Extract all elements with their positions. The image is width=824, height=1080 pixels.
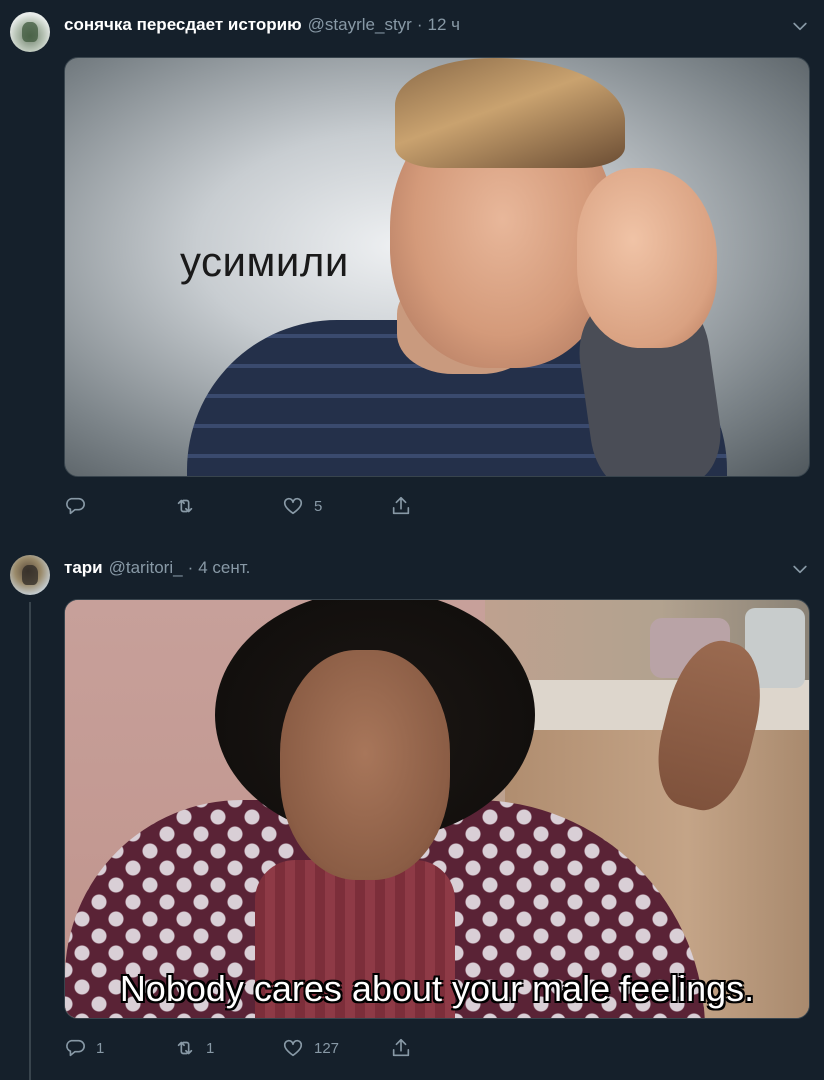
share-button[interactable] [390,492,412,520]
like-icon [283,1039,303,1057]
reply-button[interactable] [64,492,96,520]
chevron-down-icon[interactable] [790,16,810,36]
share-button[interactable] [390,1034,412,1062]
like-icon [283,497,303,515]
share-icon [392,1038,410,1057]
reply-icon [66,1039,85,1057]
timestamp[interactable]: 12 ч [428,15,461,35]
reply-button[interactable]: 1 [64,1034,104,1062]
like-button[interactable]: 5 [282,492,322,520]
separator: · [416,15,423,34]
reply-count: 1 [96,1039,105,1057]
chevron-down-icon[interactable] [790,559,810,579]
timestamp[interactable]: 4 сент. [198,558,250,578]
tweet-header: сонячка пересдает историю @stayrle_styr … [64,13,460,37]
retweet-count: 1 [206,1039,215,1057]
like-button[interactable]: 127 [282,1034,339,1062]
author-handle[interactable]: @taritori_ [109,558,183,578]
tweet-header: тари @taritori_ · 4 сент. [64,556,250,580]
thread-line [29,602,31,1080]
tweet-image[interactable]: усимили [64,57,810,477]
like-count: 127 [314,1039,340,1057]
share-icon [392,496,410,515]
avatar[interactable] [10,12,50,52]
avatar[interactable] [10,555,50,595]
tweet-actions: 1 1 127 [64,1034,484,1062]
retweet-button[interactable]: 1 [174,1034,214,1062]
image-caption: Nobody cares about your male feelings. [119,968,755,1009]
retweet-button[interactable] [174,492,206,520]
reply-icon [66,497,85,515]
tweet-actions: 5 [64,492,484,520]
author-name[interactable]: тари [64,558,103,578]
separator: · [187,558,194,577]
author-handle[interactable]: @stayrle_styr [308,15,412,35]
like-count: 5 [314,497,323,515]
tweet-image[interactable]: Nobody cares about your male feelings. [64,599,810,1019]
author-name[interactable]: сонячка пересдает историю [64,15,302,35]
retweet-icon [177,1041,193,1055]
image-caption: усимили [180,238,349,285]
retweet-icon [177,499,193,513]
